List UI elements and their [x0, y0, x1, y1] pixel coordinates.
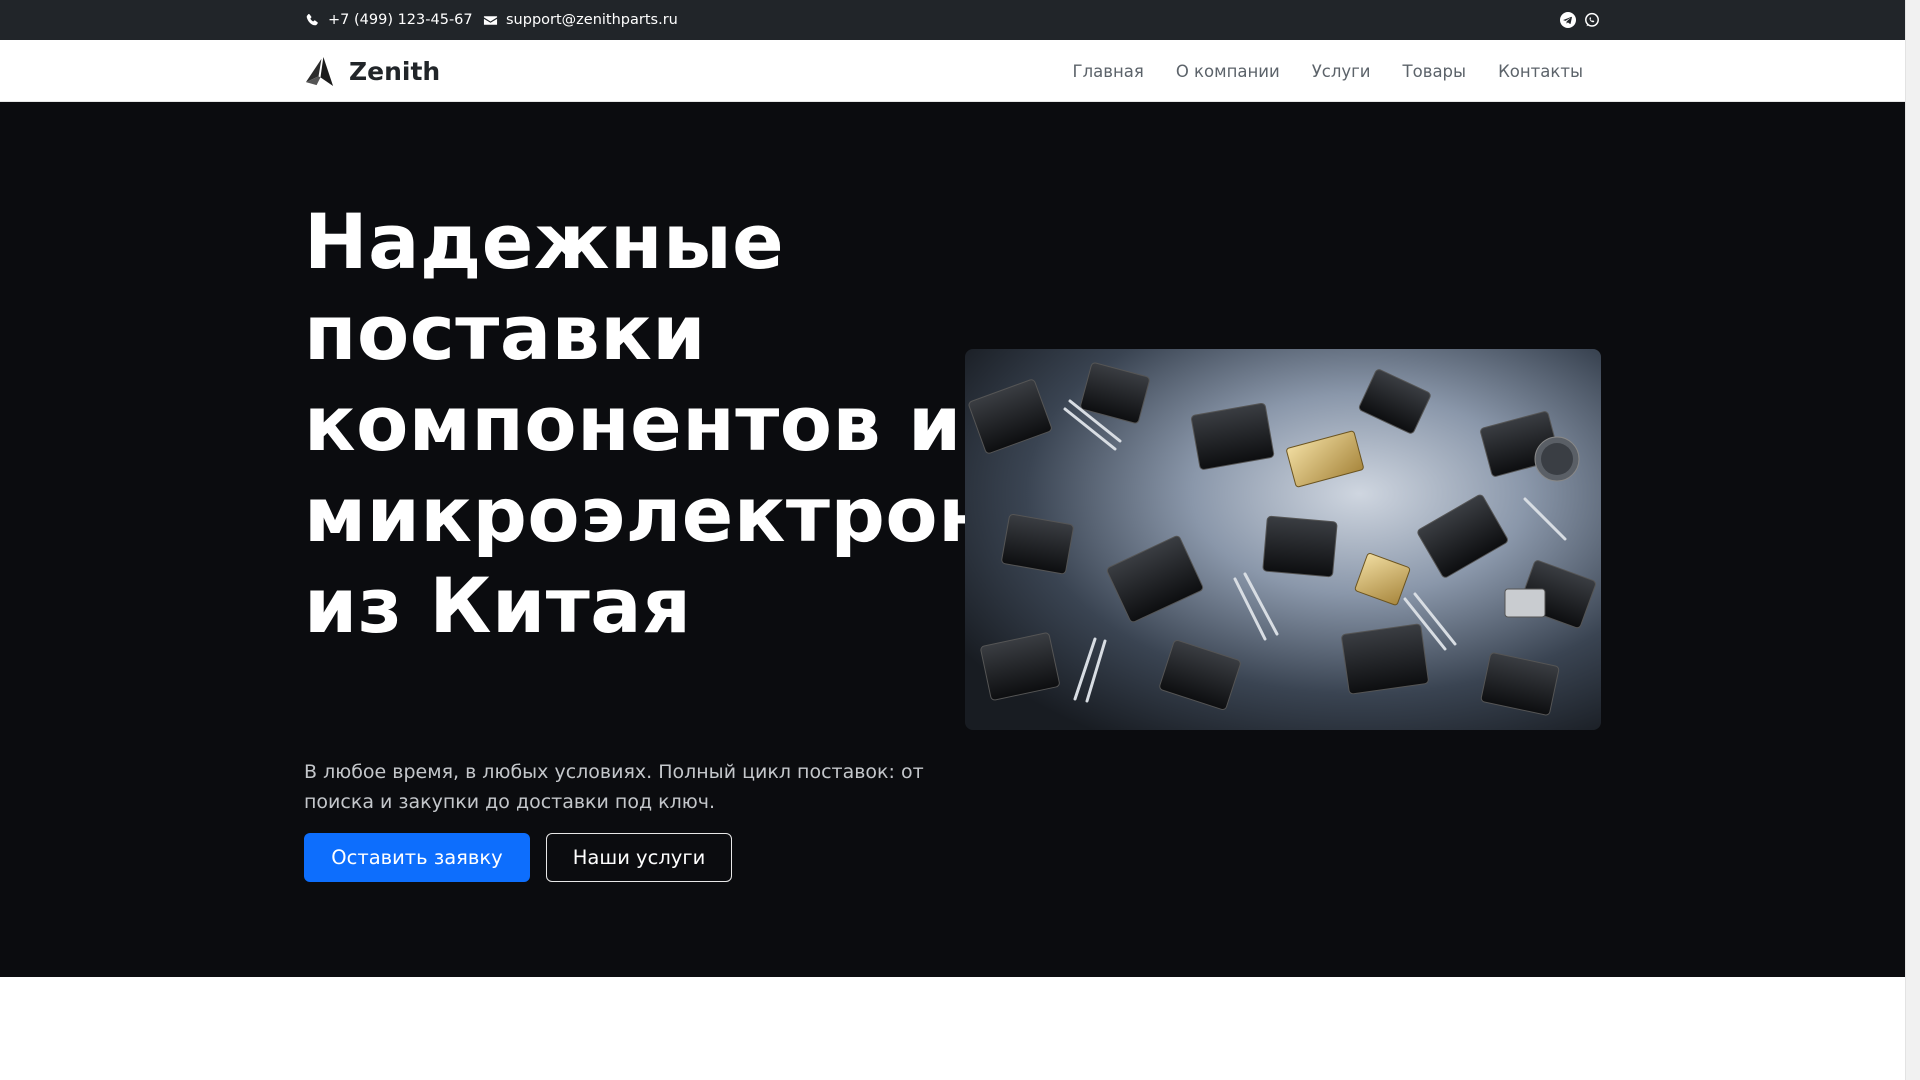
services-button[interactable]: Наши услуги	[546, 833, 732, 882]
nav-item-home[interactable]: Главная	[1057, 62, 1160, 81]
phone-contact[interactable]: +7 (499) 123-45-67	[305, 0, 473, 40]
brand-name: Zenith	[349, 56, 441, 86]
phone-icon	[306, 13, 318, 25]
email-address: support@zenithparts.ru	[506, 12, 678, 28]
email-contact[interactable]: support@zenithparts.ru	[483, 0, 678, 40]
telegram-icon[interactable]	[1560, 12, 1576, 28]
brand-link[interactable]: Zenith	[304, 40, 440, 102]
hero-section: Надежные поставки компонентов и микроэле…	[0, 102, 1905, 977]
page-scrollbar[interactable]	[1905, 0, 1920, 1080]
phone-number: +7 (499) 123-45-67	[328, 12, 473, 28]
hero-lead-text: В любое время, в любых условиях. Полный …	[304, 761, 924, 813]
top-info-bar: +7 (499) 123-45-67 support@zenithparts.r…	[0, 0, 1905, 40]
electronic-components-photo	[965, 349, 1601, 730]
zenith-logo	[305, 56, 334, 86]
social-links	[1560, 0, 1600, 40]
envelope-icon	[483, 15, 498, 25]
nav-item-about[interactable]: О компании	[1160, 62, 1296, 81]
nav-item-contacts[interactable]: Контакты	[1482, 62, 1599, 81]
request-button[interactable]: Оставить заявку	[304, 833, 530, 882]
nav-menu: Главная О компании Услуги Товары Контакт…	[1057, 40, 1599, 102]
nav-item-services[interactable]: Услуги	[1296, 62, 1387, 81]
whatsapp-icon[interactable]	[1584, 12, 1600, 28]
main-navbar: Zenith Главная О компании Услуги Товары …	[0, 40, 1905, 102]
nav-item-products[interactable]: Товары	[1387, 62, 1483, 81]
